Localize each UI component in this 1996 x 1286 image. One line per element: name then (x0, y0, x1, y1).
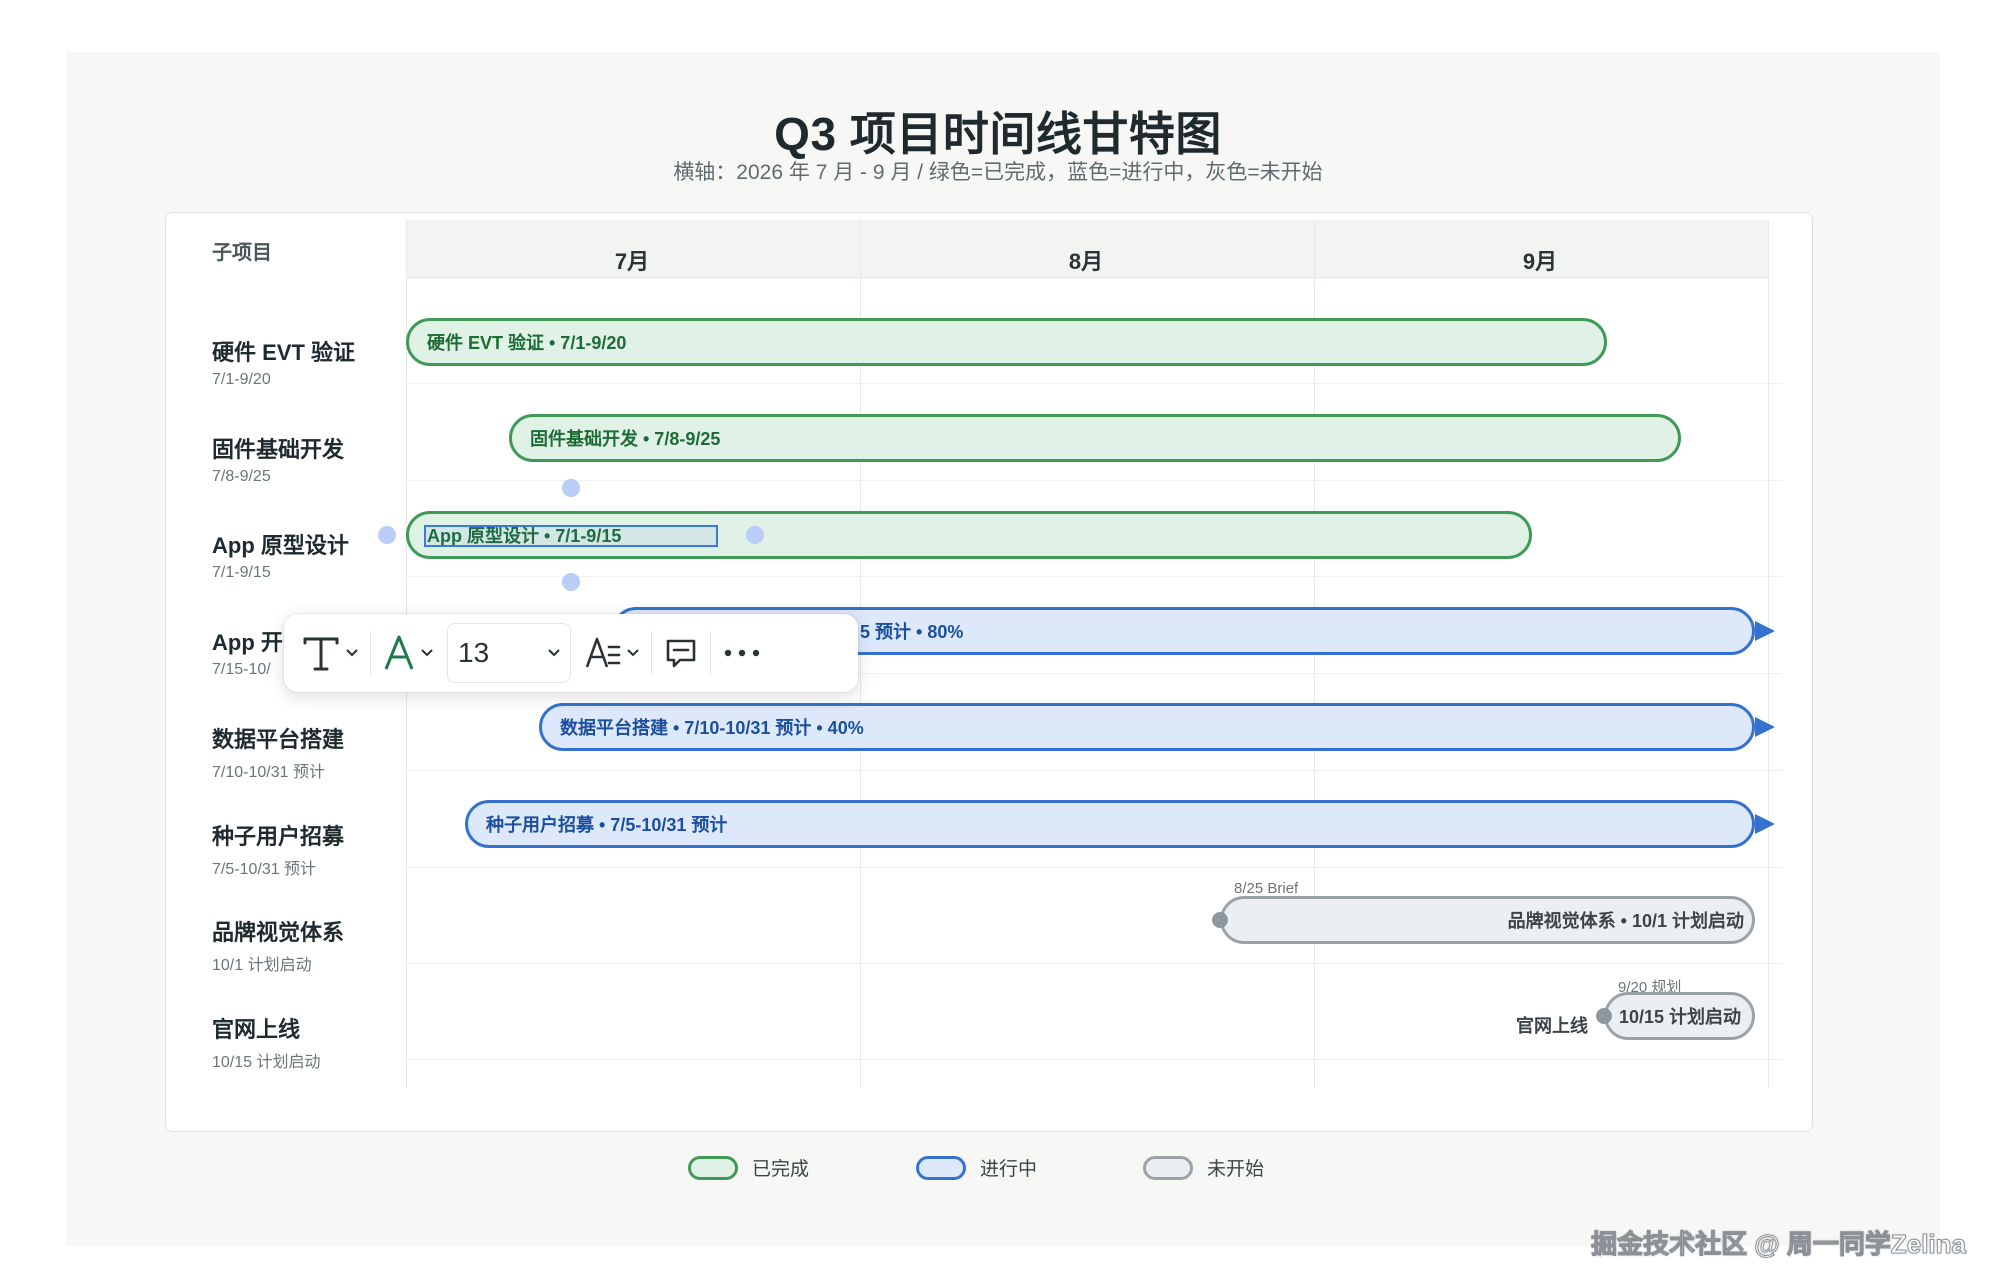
milestone-dot[interactable] (1212, 912, 1228, 928)
text-style-button[interactable] (294, 623, 366, 683)
resize-handle-right[interactable] (746, 526, 764, 544)
bar-label: 种子用户招募 • 7/5-10/31 预计 (486, 815, 728, 835)
text-format-button[interactable] (577, 623, 647, 683)
row-name-app-prototype: App 原型设计 (212, 533, 349, 558)
bar-label: 10/15 计划启动 (1619, 1007, 1742, 1027)
bar-label: 数据平台搭建 • 7/10-10/31 预计 • 40% (560, 718, 864, 738)
legend-label-in-progress: 进行中 (980, 1159, 1038, 1180)
row-divider (406, 480, 1782, 481)
continues-arrow-icon (1755, 717, 1775, 737)
chart-title: Q3 项目时间线甘特图 (774, 108, 1222, 160)
row-dates-seed-users: 7/5-10/31 预计 (212, 861, 317, 878)
row-divider (406, 383, 1782, 384)
chevron-down-icon (421, 649, 433, 657)
row-name-app-dev: App 开 (212, 630, 283, 655)
month-label-aug: 8月 (1068, 249, 1104, 274)
legend-swatch-in-progress (916, 1155, 966, 1180)
row-divider (406, 1059, 1782, 1060)
font-color-button[interactable] (375, 623, 441, 683)
row-dates-website: 10/15 计划启动 (212, 1054, 321, 1071)
row-divider (406, 770, 1782, 771)
legend-item-not-started: 未开始 (1143, 1154, 1264, 1181)
watermark: 掘金技术社区 @ 周一同学Zelina (1591, 1229, 1967, 1260)
chart-subtitle: 横轴：2026 年 7 月 - 9 月 / 绿色=已完成，蓝色=进行中，灰色=未… (673, 161, 1323, 184)
chevron-down-icon (548, 649, 560, 657)
bar-label: 品牌视觉体系 • 10/1 计划启动 (1507, 911, 1744, 931)
legend-item-done: 已完成 (688, 1154, 809, 1181)
chevron-down-icon (346, 649, 358, 657)
row-dates-app-prototype: 7/1-9/15 (212, 564, 271, 581)
font-size-select[interactable]: 13 (447, 623, 571, 683)
font-size-value: 13 (458, 637, 490, 668)
toolbar-divider (651, 631, 652, 675)
row-divider (406, 963, 1782, 964)
gantt-bar-seed-users[interactable]: 种子用户招募 • 7/5-10/31 预计 (465, 800, 1755, 848)
resize-handle-bottom[interactable] (562, 573, 580, 591)
outside-bar-label-website: 官网上线 (1516, 1016, 1588, 1036)
resize-handle-left[interactable] (378, 526, 396, 544)
legend-swatch-not-started (1143, 1155, 1193, 1180)
text-selection-box[interactable] (424, 525, 718, 547)
row-name-website: 官网上线 (212, 1017, 301, 1042)
text-style-icon (303, 637, 339, 671)
row-dates-firmware: 7/8-9/25 (212, 468, 271, 485)
month-label-sep: 9月 (1522, 249, 1558, 274)
row-name-brand-visual: 品牌视觉体系 (212, 920, 345, 945)
continues-arrow-icon (1755, 621, 1775, 641)
bar-label: 硬件 EVT 验证 • 7/1-9/20 (427, 333, 627, 353)
row-name-firmware: 固件基础开发 (212, 437, 345, 462)
gantt-bar-data-platform[interactable]: 数据平台搭建 • 7/10-10/31 预计 • 40% (539, 703, 1755, 751)
row-dates-app-dev: 7/15-10/ (212, 661, 271, 678)
column-header-subproject: 子项目 (212, 242, 272, 264)
gantt-bar-brand-visual[interactable]: 品牌视觉体系 • 10/1 计划启动 (1220, 896, 1755, 944)
font-color-icon (384, 635, 414, 670)
more-options-button[interactable] (715, 623, 769, 683)
comment-button[interactable] (656, 623, 706, 683)
text-format-toolbar: 13 (284, 614, 858, 692)
gantt-bar-hardware-evt[interactable]: 硬件 EVT 验证 • 7/1-9/20 (406, 318, 1607, 366)
continues-arrow-icon (1755, 814, 1775, 834)
gantt-bar-website[interactable]: 10/15 计划启动 (1604, 992, 1755, 1040)
row-dates-data-platform: 7/10-10/31 预计 (212, 764, 325, 781)
chevron-down-icon (627, 649, 639, 657)
text-format-icon (585, 637, 621, 668)
row-divider (406, 867, 1782, 868)
milestone-label-brief: 8/25 Brief (1234, 880, 1299, 897)
resize-handle-top[interactable] (562, 479, 580, 497)
more-icon (724, 649, 760, 657)
month-label-jul: 7月 (614, 249, 650, 274)
row-name-data-platform: 数据平台搭建 (212, 727, 345, 752)
legend-label-not-started: 未开始 (1207, 1159, 1265, 1180)
comment-icon (666, 639, 696, 668)
grid-line-sep-end (1768, 220, 1769, 1088)
row-dates-hardware-evt: 7/1-9/20 (212, 371, 271, 388)
row-name-hardware-evt: 硬件 EVT 验证 (212, 340, 356, 365)
toolbar-divider (710, 631, 711, 675)
milestone-dot[interactable] (1596, 1008, 1612, 1024)
gantt-bar-firmware[interactable]: 固件基础开发 • 7/8-9/25 (509, 414, 1681, 462)
toolbar-divider (370, 631, 371, 675)
row-dates-brand-visual: 10/1 计划启动 (212, 957, 312, 974)
legend-item-in-progress: 进行中 (916, 1154, 1037, 1181)
bar-label: 固件基础开发 • 7/8-9/25 (530, 429, 721, 449)
legend-label-done: 已完成 (752, 1159, 810, 1180)
legend-swatch-done (688, 1155, 738, 1180)
row-divider (406, 576, 1782, 577)
row-name-seed-users: 种子用户招募 (212, 824, 345, 849)
